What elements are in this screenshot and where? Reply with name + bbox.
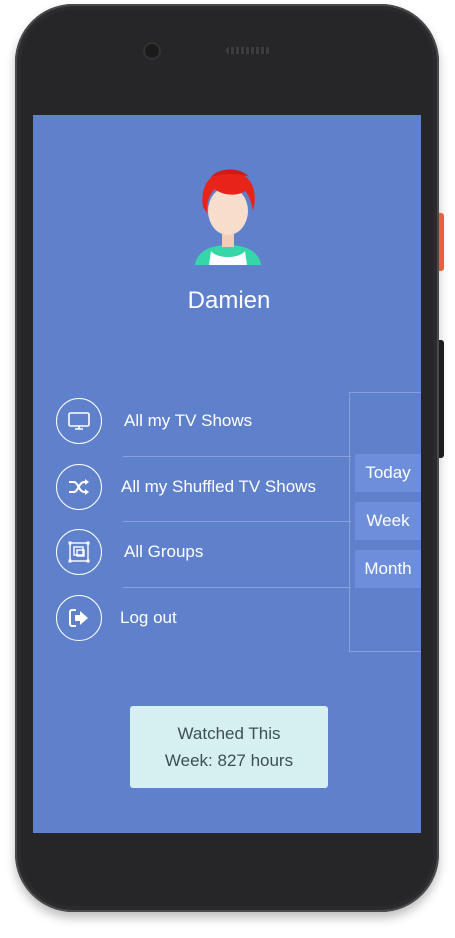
avatar xyxy=(191,167,265,271)
front-camera xyxy=(143,42,161,60)
menu-item-logout[interactable]: Log out xyxy=(33,586,351,652)
menu-item-groups[interactable]: All Groups xyxy=(33,520,351,586)
tv-icon xyxy=(56,398,102,444)
menu-item-label: Log out xyxy=(120,608,177,627)
earpiece-speaker xyxy=(226,47,270,54)
watch-stats-box: Watched This Week: 827 hours xyxy=(130,706,328,788)
menu-item-tv-shows[interactable]: All my TV Shows xyxy=(33,389,351,455)
menu-item-label: All Groups xyxy=(124,542,204,561)
app-screen: Damien All my TV Shows All my Shuffled T… xyxy=(33,115,421,833)
menu-item-label: All my Shuffled TV Shows xyxy=(121,477,316,496)
stats-line-2: Week: 827 hours xyxy=(164,751,294,770)
logout-icon xyxy=(56,595,102,641)
groups-icon xyxy=(56,529,102,575)
filter-today-button[interactable]: Today xyxy=(355,454,421,492)
user-name: Damien xyxy=(187,287,271,314)
stats-line-1: Watched This xyxy=(177,724,281,743)
shuffle-icon xyxy=(56,464,102,510)
filter-month-button[interactable]: Month xyxy=(355,550,421,588)
menu-item-shuffled-tv-shows[interactable]: All my Shuffled TV Shows xyxy=(33,455,351,521)
power-button xyxy=(439,213,444,271)
menu-item-label: All my TV Shows xyxy=(124,411,253,430)
volume-button xyxy=(439,340,444,458)
filter-week-button[interactable]: Week xyxy=(355,502,421,540)
